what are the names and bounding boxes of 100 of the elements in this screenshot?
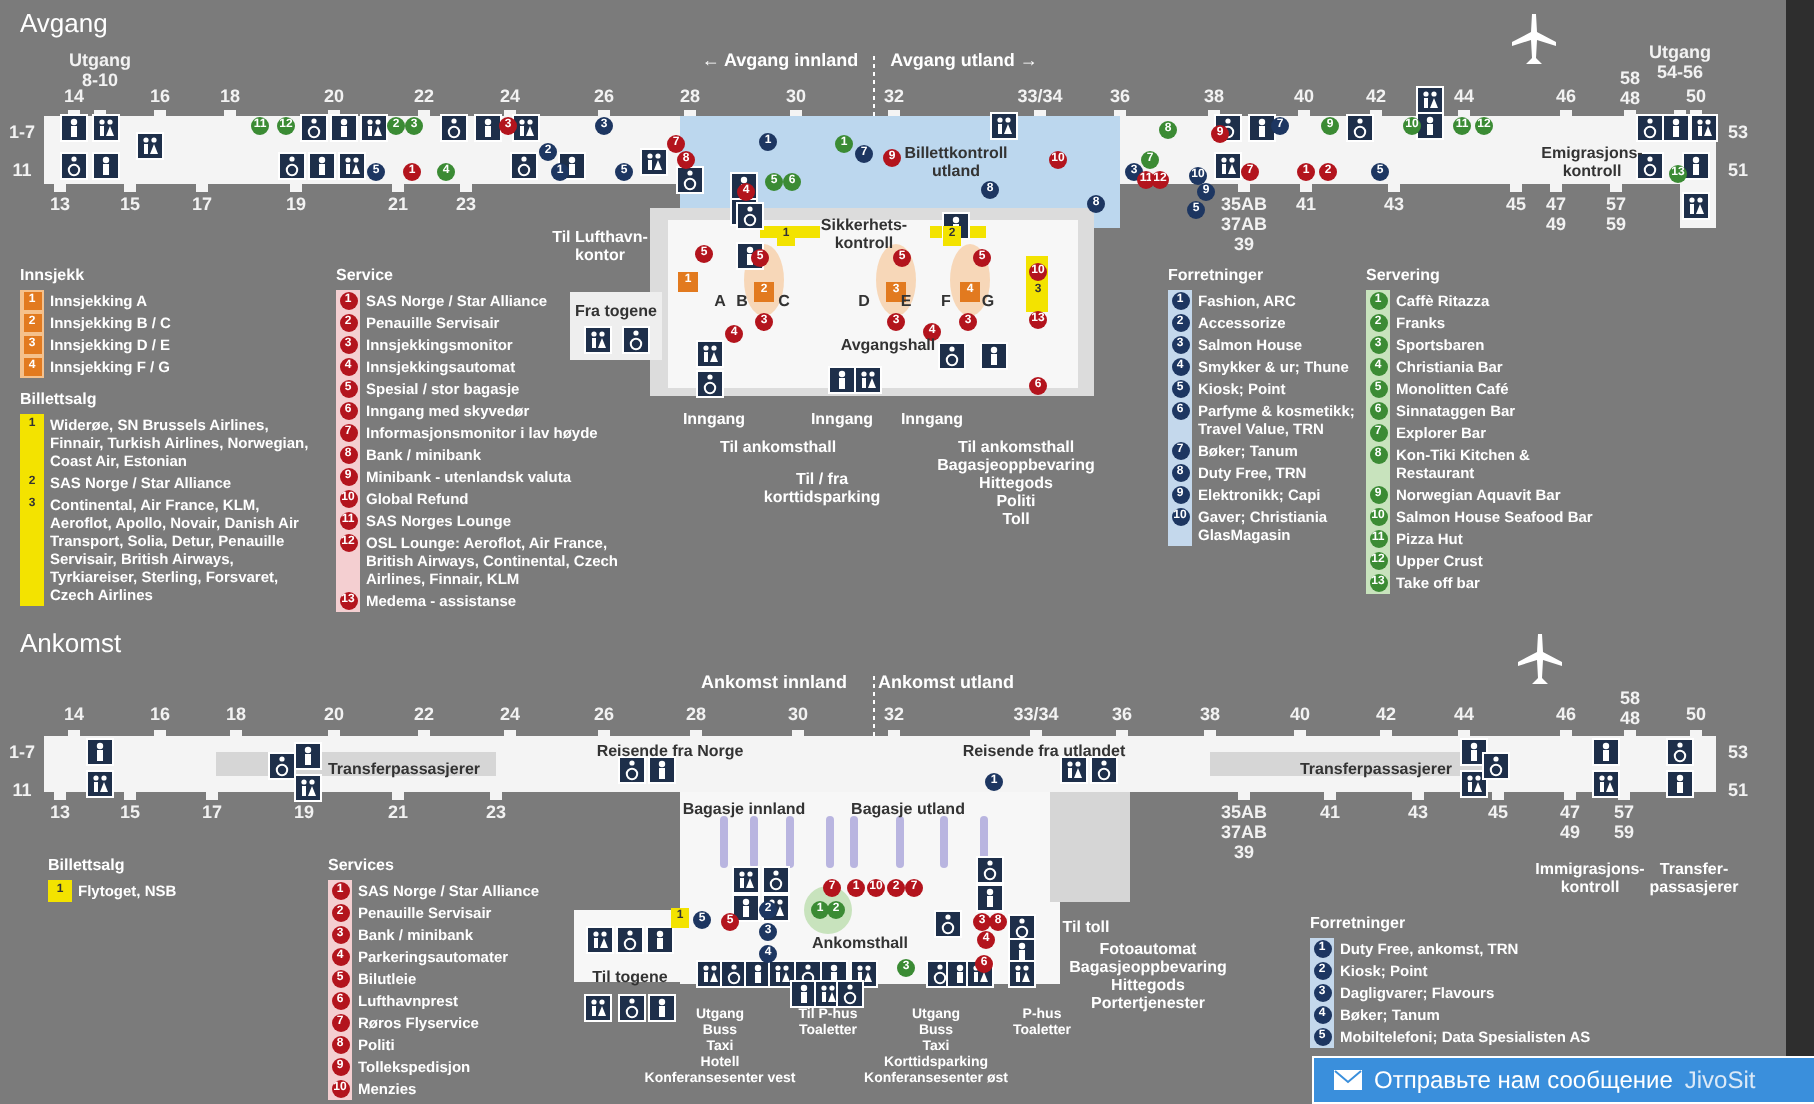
gate-number: 30 — [786, 86, 806, 106]
gate-number: 24 — [500, 86, 520, 106]
gate-number: 40 — [1294, 86, 1314, 106]
map-label: Til toll — [1062, 918, 1110, 936]
map-label: Til / fra korttidsparking — [763, 470, 881, 506]
map-label: Til ankomsthall — [719, 438, 837, 456]
gate-number: 30 — [788, 704, 808, 724]
gate-number: 41 — [1296, 194, 1316, 214]
gate-number: 57 59 — [1606, 194, 1626, 234]
map-label: Fotoautomat Bagasjeoppbevaring Hittegods Portertjenester — [1069, 940, 1227, 1012]
wheelchair-icon — [976, 856, 1004, 884]
map-label: Fra togene — [575, 302, 657, 320]
gate-number: 46 — [1556, 704, 1576, 724]
person-icon — [646, 926, 674, 954]
person-icon — [976, 884, 1004, 912]
person-icon — [294, 742, 322, 770]
gate-number: 20 — [324, 704, 344, 724]
gate-number: 28 — [686, 704, 706, 724]
wheelchair-icon — [934, 910, 962, 938]
person-icon — [648, 994, 676, 1022]
pier-number: 51 — [1728, 780, 1748, 800]
map-label: Til ankomsthall Bagasjeoppbevaring Hittegods Politi Toll — [937, 438, 1095, 528]
gate-number: 46 — [1556, 86, 1576, 106]
gate-number: 26 — [594, 704, 614, 724]
baggage-belt — [940, 816, 948, 868]
wheelchair-icon — [762, 866, 790, 894]
restroom-icon — [136, 132, 164, 160]
zone-label: Ankomst innland — [701, 674, 847, 692]
baggage-belt — [850, 816, 858, 868]
gate-number: 38 — [1204, 86, 1224, 106]
wheelchair-icon — [1090, 756, 1118, 784]
gate-number: 17 — [192, 194, 212, 214]
map-label: Reisende fra utlandet — [962, 742, 1126, 760]
gate-number: 43 — [1384, 194, 1404, 214]
wheelchair-icon — [938, 342, 966, 370]
baggage-belt — [750, 816, 758, 868]
gate-number: 15 — [120, 802, 140, 822]
gate-number: 26 — [594, 86, 614, 106]
restroom-icon — [1682, 192, 1710, 220]
gate-number: 18 — [226, 704, 246, 724]
gate-number: 16 — [150, 86, 170, 106]
legend-title: Billettsalg — [20, 390, 97, 408]
map-label: Transferpassasjerer — [1299, 760, 1453, 778]
section-title: Avgang — [20, 8, 108, 38]
map-label: Reisende fra Norge — [596, 742, 744, 760]
gate-number: 33/34 — [1017, 86, 1063, 106]
baggage-belt — [826, 816, 834, 868]
gate-number: 45 — [1506, 194, 1526, 214]
gate-number: 45 — [1488, 802, 1508, 822]
gate-number: 44 — [1454, 86, 1474, 106]
pier-number: 1-7 — [9, 122, 35, 142]
gate-number: 22 — [414, 86, 434, 106]
baggage-belt — [720, 816, 728, 868]
gate-number: 22 — [414, 704, 434, 724]
zone-label: Avgang utland → — [890, 52, 1038, 70]
gate-number: 32 — [884, 704, 904, 724]
restroom-icon — [1060, 756, 1088, 784]
map-label: Billettkontroll utland — [904, 144, 1008, 180]
gate-number: 23 — [486, 802, 506, 822]
pier-number: 53 — [1728, 122, 1748, 142]
map-label: Til togene — [592, 968, 668, 986]
gate-number: 58 48 — [1620, 688, 1640, 728]
restroom-icon — [990, 112, 1018, 140]
pier-number: 53 — [1728, 742, 1748, 762]
restroom-icon — [586, 926, 614, 954]
map-label: B — [736, 292, 748, 310]
gate-number: 41 — [1320, 802, 1340, 822]
map-label: D — [858, 292, 870, 310]
gate-number: 32 — [884, 86, 904, 106]
person-icon — [980, 342, 1008, 370]
gate-number: 18 — [220, 86, 240, 106]
map-label: Til Lufthavn- kontor — [552, 228, 648, 264]
restroom-icon — [584, 326, 612, 354]
map-label: Inngang — [900, 410, 964, 428]
gate-number: 21 — [388, 802, 408, 822]
gate-number: 58 48 — [1620, 68, 1640, 108]
gate-number: Utgang 8-10 — [69, 50, 131, 90]
pier-number: 1-7 — [9, 742, 35, 762]
wheelchair-icon — [268, 752, 296, 780]
gate-number: 19 — [294, 802, 314, 822]
map-label: Transfer- passasjerer — [1649, 860, 1739, 896]
gate-number: 13 — [50, 194, 70, 214]
gate-number: 50 — [1686, 86, 1706, 106]
map-label: Sikkerhets- kontroll — [820, 216, 908, 252]
baggage-belt — [786, 816, 794, 868]
wheelchair-icon — [616, 926, 644, 954]
legend-title: Innsjekk — [20, 266, 85, 284]
chat-widget[interactable]: Отправьте нам сообщение JivoSit — [1312, 1056, 1814, 1104]
gate-number: 33/34 — [1013, 704, 1059, 724]
airplane-icon — [1516, 632, 1564, 688]
gate-number: 16 — [150, 704, 170, 724]
gate-number: 40 — [1290, 704, 1310, 724]
pier-number: 11 — [12, 780, 32, 800]
wheelchair-icon — [618, 994, 646, 1022]
gate-number: 50 — [1686, 704, 1706, 724]
wheelchair-icon — [618, 756, 646, 784]
map-label: Bagasje innland — [682, 800, 806, 818]
pier-number: 51 — [1728, 160, 1748, 180]
pier-number: 11 — [12, 160, 32, 180]
legend-title: Servering — [1366, 266, 1440, 284]
